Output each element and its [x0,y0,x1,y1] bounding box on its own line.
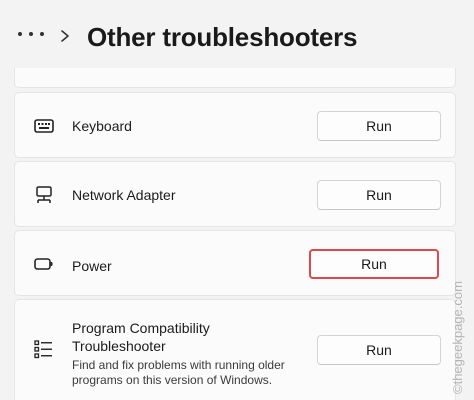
troubleshooter-power: Power Run [14,230,456,296]
troubleshooter-keyboard: Keyboard Run [14,92,456,158]
troubleshooter-description: Find and fix problems with running older… [72,358,285,387]
svg-text:©thegeekpage.com: ©thegeekpage.com [450,281,465,394]
troubleshooter-label: Power [72,258,112,274]
chevron-right-icon [61,30,69,42]
page-header: Other troubleshooters [0,0,474,70]
troubleshooter-label-line1: Program Compatibility [72,320,210,336]
previous-card-stub [14,68,456,88]
run-keyboard-button[interactable]: Run [317,111,441,141]
keyboard-icon [34,119,54,133]
troubleshooter-program-compatibility: Program Compatibility Troubleshooter Fin… [14,299,456,400]
troubleshooter-network-adapter: Network Adapter Run [14,161,456,227]
network-adapter-icon [36,186,52,203]
run-program-compatibility-button[interactable]: Run [317,335,441,365]
run-network-adapter-button[interactable]: Run [317,180,441,210]
troubleshooter-label-line2: Troubleshooter [72,338,166,354]
troubleshooter-label: Network Adapter [72,187,176,203]
battery-icon [34,258,53,270]
more-options-icon[interactable] [18,30,44,38]
page-title: Other troubleshooters [87,22,358,52]
list-icon [34,340,52,359]
run-power-button[interactable]: Run [309,249,439,279]
watermark: ©thegeekpage.com [450,281,465,394]
troubleshooter-label: Keyboard [72,118,132,134]
